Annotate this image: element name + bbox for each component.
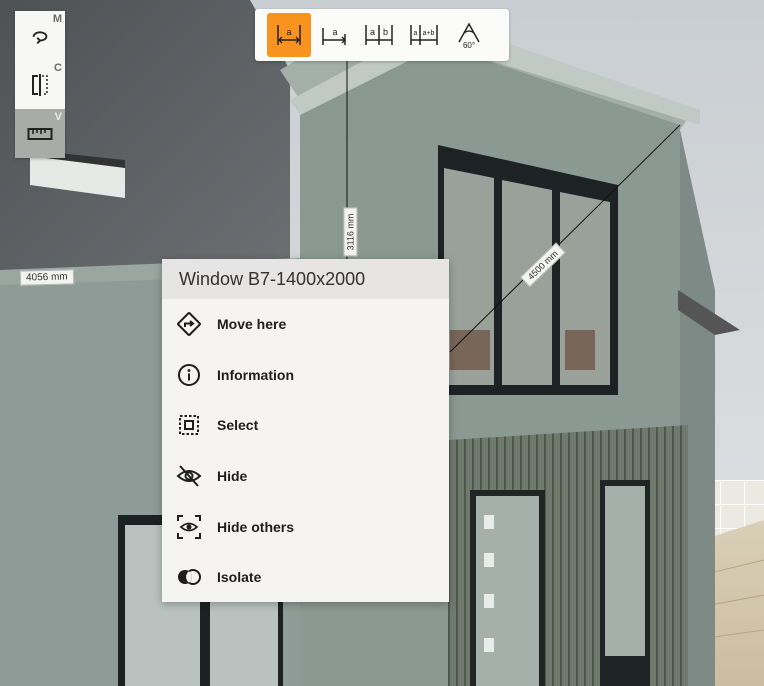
dimension-vertical: 3116 mm — [343, 207, 358, 257]
menu-item-label: Information — [217, 366, 294, 383]
info-icon — [176, 362, 202, 388]
measure-cumulative-label-b: a+b — [423, 30, 435, 37]
menu-item-hide[interactable]: Hide — [162, 451, 449, 502]
measure-angle-icon: 60° — [458, 22, 480, 50]
navigation-toolbar: M C V — [15, 11, 65, 158]
measure-point-button[interactable]: a — [267, 13, 311, 57]
measure-chain-button[interactable]: a b — [357, 13, 401, 57]
measure-cumulative-label-a: a — [414, 30, 418, 37]
measure-cumulative-icon: a a+b — [410, 25, 438, 45]
menu-item-move-here[interactable]: Move here — [162, 299, 449, 350]
measure-angle-label: 60° — [463, 41, 475, 50]
orbit-icon — [32, 30, 48, 44]
isolate-icon — [176, 564, 202, 590]
menu-item-label: Hide others — [217, 518, 295, 535]
section-clip-icon — [32, 73, 48, 96]
menu-item-hide-others[interactable]: Hide others — [162, 501, 449, 552]
menu-item-information[interactable]: Information — [162, 350, 449, 401]
measure-tool-button[interactable]: V — [15, 109, 65, 158]
measure-point-label: a — [286, 27, 291, 37]
dimension-roof-width: 4056 mm — [19, 269, 74, 286]
menu-item-label: Select — [217, 417, 259, 434]
measure-height-button[interactable]: a — [312, 13, 356, 57]
menu-item-label: Isolate — [217, 569, 262, 586]
orbit-tool-button[interactable]: M — [15, 11, 65, 60]
shortcut-key: C — [54, 62, 62, 74]
measure-chain-label-a: a — [370, 27, 375, 37]
measure-cumulative-button[interactable]: a a+b — [402, 13, 446, 57]
clip-tool-button[interactable]: C — [15, 60, 65, 109]
measure-chain-label-b: b — [383, 27, 388, 37]
eye-slash-icon — [176, 463, 202, 489]
context-menu: Window B7-1400x2000 Move here Informatio… — [162, 259, 449, 602]
menu-item-label: Hide — [217, 468, 248, 485]
menu-item-select[interactable]: Select — [162, 400, 449, 451]
ruler-icon — [27, 127, 53, 140]
move-arrow-icon — [176, 311, 202, 337]
shortcut-key: V — [54, 111, 62, 123]
measure-angle-button[interactable]: 60° — [447, 13, 491, 57]
measure-height-icon: a — [322, 27, 346, 45]
context-menu-title: Window B7-1400x2000 — [162, 259, 449, 299]
menu-item-isolate[interactable]: Isolate — [162, 552, 449, 603]
eye-focus-icon — [176, 514, 202, 540]
select-icon — [176, 412, 202, 438]
measure-mode-toolbar: a a a b a a+b 60° — [255, 9, 509, 61]
measure-point-icon: a — [277, 25, 301, 45]
shortcut-key: M — [52, 13, 62, 25]
measure-chain-icon: a b — [365, 25, 393, 45]
measure-height-label: a — [332, 27, 337, 37]
menu-item-label: Move here — [217, 316, 287, 333]
